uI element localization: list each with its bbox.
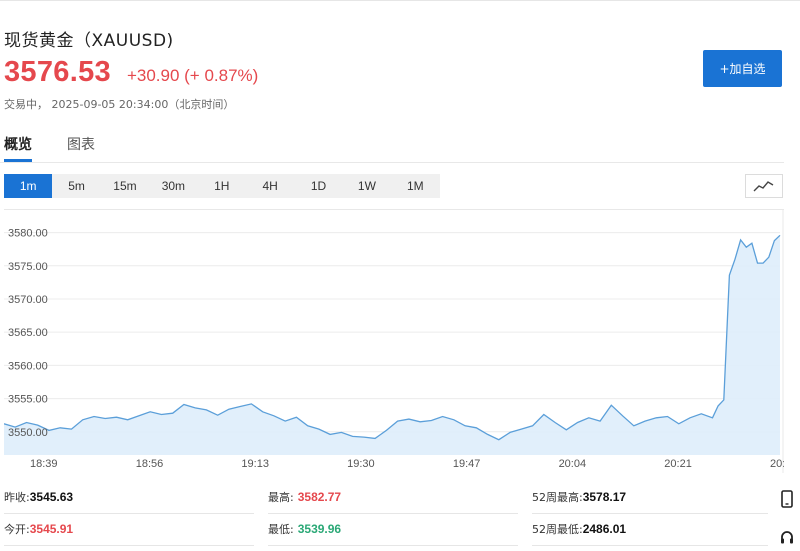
stats-panel: 昨收: 3545.63 最高: 3582.77 52周最高: 3578.17 今… <box>0 482 800 551</box>
stats-divider <box>4 545 254 546</box>
stat-52w-high-value: 3578.17 <box>582 490 627 504</box>
range-5m[interactable]: 5m <box>52 174 100 198</box>
page-title: 现货黄金（XAUUSD) <box>4 31 174 51</box>
y-tick-label: 3580.00 <box>8 228 48 240</box>
mobile-icon[interactable] <box>778 489 796 509</box>
range-1d[interactable]: 1D <box>294 174 342 198</box>
headset-icon[interactable] <box>778 528 796 548</box>
stat-low-label: 最低: <box>268 523 294 536</box>
range-4h[interactable]: 4H <box>246 174 294 198</box>
y-tick-label: 3555.00 <box>8 394 48 406</box>
time-range-selector: 1m 5m 15m 30m 1H 4H 1D 1W 1M <box>4 174 440 198</box>
range-1h[interactable]: 1H <box>198 174 246 198</box>
x-tick-label: 18:56 <box>136 458 164 470</box>
stat-52w-high: 52周最高: 3578.17 <box>532 488 626 506</box>
line-chart-icon <box>753 181 774 192</box>
range-1m[interactable]: 1m <box>4 174 53 198</box>
stat-prev-close-label: 昨收: <box>4 491 30 504</box>
active-tab-indicator <box>4 159 32 162</box>
x-tick-label: 19:47 <box>453 458 481 470</box>
stats-divider <box>268 545 518 546</box>
y-tick-label: 3565.00 <box>8 327 48 339</box>
range-15m[interactable]: 15m <box>101 174 149 198</box>
stat-open: 今开: 3545.91 <box>4 520 73 538</box>
headset-icon-svg <box>781 531 793 544</box>
stat-prev-close-value: 3545.63 <box>29 490 74 504</box>
stats-divider <box>268 513 518 514</box>
stat-low: 最低: 3539.96 <box>268 520 341 538</box>
tab-bar: 概览 图表 <box>0 134 784 163</box>
price-area <box>4 235 780 455</box>
stat-low-value: 3539.96 <box>297 522 342 536</box>
x-tick-label: 19:30 <box>347 458 375 470</box>
price-chart: 3580.00 3575.00 3570.00 3565.00 3560.00 3555.… <box>4 209 784 473</box>
chart-svg: 3580.00 3575.00 3570.00 3565.00 3560.00 3555.… <box>4 210 784 473</box>
price-row: 3576.53 +30.90 (+ 0.87%) <box>4 56 258 92</box>
stats-divider <box>4 513 254 514</box>
trading-status: 交易中， 2025-09-05 20:34:00（北京时间） <box>4 98 235 111</box>
y-tick-label: 3570.00 <box>8 294 48 306</box>
stat-52w-low-label: 52周最低: <box>532 523 583 536</box>
top-border <box>0 0 800 1</box>
current-price: 3576.53 <box>4 56 111 88</box>
mobile-icon-svg <box>781 490 793 508</box>
stat-high: 最高: 3582.77 <box>268 488 341 506</box>
x-tick-label: 20:3 <box>770 458 784 470</box>
range-1mo[interactable]: 1M <box>391 174 439 198</box>
stat-prev-close: 昨收: 3545.63 <box>4 488 73 506</box>
x-tick-label: 20:04 <box>559 458 587 470</box>
range-1w[interactable]: 1W <box>343 174 391 198</box>
stat-open-label: 今开: <box>4 523 30 536</box>
y-tick-label: 3550.00 <box>8 427 48 439</box>
stats-divider <box>532 545 768 546</box>
y-tick-label: 3560.00 <box>8 360 48 372</box>
price-change: +30.90 (+ 0.87%) <box>126 66 259 85</box>
stat-52w-low-value: 2486.01 <box>582 522 627 536</box>
stat-open-value: 3545.91 <box>29 522 74 536</box>
stat-high-value: 3582.77 <box>297 490 342 504</box>
y-tick-label: 3575.00 <box>8 261 48 273</box>
add-to-watchlist-button[interactable]: +加自选 <box>703 50 782 87</box>
stat-52w-high-label: 52周最高: <box>532 491 583 504</box>
stat-high-label: 最高: <box>268 491 294 504</box>
x-tick-label: 19:13 <box>241 458 269 470</box>
tab-chart[interactable]: 图表 <box>67 134 95 162</box>
stats-divider <box>532 513 768 514</box>
x-tick-label: 20:21 <box>664 458 692 470</box>
tab-overview[interactable]: 概览 <box>4 134 32 162</box>
x-tick-label: 18:39 <box>30 458 58 470</box>
range-30m[interactable]: 30m <box>149 174 197 198</box>
stat-52w-low: 52周最低: 2486.01 <box>532 520 626 538</box>
chart-type-button[interactable] <box>745 174 783 198</box>
